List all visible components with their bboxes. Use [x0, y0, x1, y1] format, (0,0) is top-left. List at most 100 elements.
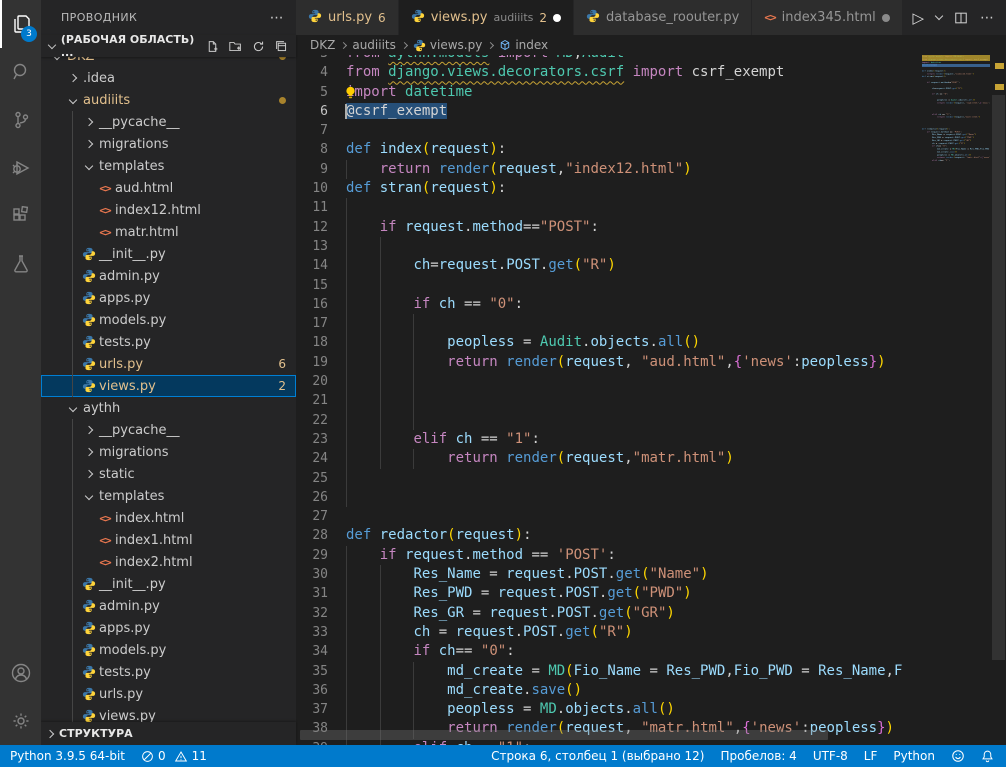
code-line[interactable]: 30 Res_Name = request.POST.get("Name") — [296, 565, 922, 584]
code-line[interactable]: 28def redactor(request): — [296, 526, 922, 545]
source-control-icon[interactable] — [0, 96, 41, 144]
accounts-icon[interactable] — [0, 649, 41, 697]
code-line[interactable]: 17 — [296, 314, 922, 333]
run-debug-icon[interactable] — [0, 144, 41, 192]
tree-item-admin-py[interactable]: admin.py — [41, 595, 296, 617]
code-line[interactable]: 34 if ch== "0": — [296, 642, 922, 661]
code-line[interactable]: 36 md_create.save() — [296, 681, 922, 700]
dirty-dot-icon[interactable] — [882, 14, 890, 22]
workspace-section-header[interactable]: (РАБОЧАЯ ОБЛАСТЬ) ... — [41, 35, 296, 57]
feedback-icon[interactable] — [943, 745, 973, 767]
code-line[interactable]: 25 — [296, 469, 922, 488]
tab-database-roouter-py[interactable]: database_roouter.py — [574, 0, 752, 35]
code-line[interactable]: 16 if ch == "0": — [296, 295, 922, 314]
tree-item-index1-html[interactable]: <>index1.html — [41, 529, 296, 551]
tree-item-audiiits[interactable]: audiiits — [41, 89, 296, 111]
code-line[interactable]: 13 — [296, 237, 922, 256]
tree-item--init-py[interactable]: __init__.py — [41, 573, 296, 595]
tree-item-views-py[interactable]: views.py2 — [41, 375, 296, 397]
refresh-icon[interactable] — [252, 40, 265, 53]
code-line[interactable]: 6@csrf_exempt — [296, 102, 922, 121]
indentation-status[interactable]: Пробелов: 4 — [712, 745, 804, 767]
tree-item-views-py[interactable]: views.py — [41, 705, 296, 722]
eol-status[interactable]: LF — [856, 745, 886, 767]
tree-item--idea[interactable]: .idea — [41, 67, 296, 89]
lightbulb-icon[interactable] — [344, 86, 357, 99]
tree-item-templates[interactable]: templates — [41, 155, 296, 177]
code-line[interactable]: 20 — [296, 372, 922, 391]
cursor-position-status[interactable]: Строка 6, столбец 1 (выбрано 12) — [483, 745, 712, 767]
tree-item-tests-py[interactable]: tests.py — [41, 661, 296, 683]
code-line[interactable]: 35 md_create = MD(Fio_Name = Res_PWD,Fio… — [296, 662, 922, 681]
code-line[interactable]: 5import datetime — [296, 83, 922, 102]
code-line[interactable]: 11 — [296, 198, 922, 217]
tree-item-index-html[interactable]: <>index.html — [41, 507, 296, 529]
breadcrumb-item[interactable]: DKZ — [310, 38, 335, 52]
tree-item-migrations[interactable]: migrations — [41, 441, 296, 463]
tree-item-apps-py[interactable]: apps.py — [41, 617, 296, 639]
code-line[interactable]: 31 Res_PWD = request.POST.get("PWD") — [296, 584, 922, 603]
vertical-scrollbar[interactable] — [992, 95, 1005, 660]
horizontal-scrollbar[interactable] — [300, 730, 828, 740]
new-file-icon[interactable] — [206, 40, 219, 53]
code-line[interactable]: 23 elif ch == "1": — [296, 430, 922, 449]
code-line[interactable]: 9 return render(request,"index12.html") — [296, 160, 922, 179]
settings-gear-icon[interactable] — [0, 697, 41, 745]
tab-urls-py[interactable]: urls.py 6 — [296, 0, 399, 35]
tree-item-urls-py[interactable]: urls.py — [41, 683, 296, 705]
code-line[interactable]: 10def stran(request): — [296, 179, 922, 198]
code-line[interactable]: 12 if request.method=="POST": — [296, 218, 922, 237]
tree-item-migrations[interactable]: migrations — [41, 133, 296, 155]
code-line[interactable]: 8def index(request): — [296, 140, 922, 159]
code-line[interactable]: 14 ch=request.POST.get("R") — [296, 256, 922, 275]
problems-status[interactable]: 0 11 — [133, 745, 215, 767]
tree-item-models-py[interactable]: models.py — [41, 309, 296, 331]
breadcrumb-item[interactable]: audiiits — [352, 38, 396, 52]
notifications-bell-icon[interactable] — [973, 745, 1006, 767]
explorer-more-actions-icon[interactable]: ⋯ — [270, 10, 284, 26]
language-mode-status[interactable]: Python — [885, 745, 943, 767]
code-line[interactable]: 27 — [296, 507, 922, 526]
tree-item-tests-py[interactable]: tests.py — [41, 331, 296, 353]
code-line[interactable]: 19 return render(request, "aud.html",{'n… — [296, 353, 922, 372]
new-folder-icon[interactable] — [229, 40, 242, 53]
extensions-icon[interactable] — [0, 192, 41, 240]
code-editor[interactable]: 3from aythh.models import MD,Audit4from … — [296, 55, 1006, 745]
tree-item-static[interactable]: static — [41, 463, 296, 485]
tree-item-urls-py[interactable]: urls.py6 — [41, 353, 296, 375]
minimap[interactable]: from aythh.models import MD,Auditfrom dj… — [922, 55, 990, 745]
tree-item--pycache-[interactable]: __pycache__ — [41, 111, 296, 133]
code-line[interactable]: 29 if request.method == 'POST': — [296, 546, 922, 565]
tree-item--init-py[interactable]: __init__.py — [41, 243, 296, 265]
code-line[interactable]: 18 peopless = Audit.objects.all() — [296, 333, 922, 352]
tree-item-aythh[interactable]: aythh — [41, 397, 296, 419]
tree-item-apps-py[interactable]: apps.py — [41, 287, 296, 309]
run-python-file-icon[interactable]: ▷ — [912, 9, 924, 27]
code-line[interactable]: 22 — [296, 411, 922, 430]
code-line[interactable]: 26 — [296, 488, 922, 507]
editor-more-actions-icon[interactable]: ⋯ — [980, 10, 994, 26]
code-line[interactable]: 32 Res_GR = request.POST.get("GR") — [296, 604, 922, 623]
code-line[interactable]: 7 — [296, 121, 922, 140]
run-dropdown-chevron-icon[interactable] — [935, 12, 943, 20]
breadcrumb-item-file[interactable]: views.py — [413, 38, 482, 52]
split-editor-icon[interactable] — [954, 11, 968, 25]
code-line[interactable]: 24 return render(request,"matr.html") — [296, 449, 922, 468]
outline-section-header[interactable]: СТРУКТУРА — [41, 722, 296, 745]
tree-item--pycache-[interactable]: __pycache__ — [41, 419, 296, 441]
breadcrumb-item-symbol[interactable]: index — [499, 38, 548, 52]
tab-views-py[interactable]: views.py audiiits 2 — [399, 0, 574, 35]
testing-icon[interactable] — [0, 240, 41, 288]
tree-item-admin-py[interactable]: admin.py — [41, 265, 296, 287]
tree-item-matr-html[interactable]: <>matr.html — [41, 221, 296, 243]
code-line[interactable]: 3from aythh.models import MD,Audit — [296, 55, 922, 63]
tree-item-index2-html[interactable]: <>index2.html — [41, 551, 296, 573]
code-line[interactable]: 37 peopless = MD.objects.all() — [296, 700, 922, 719]
code-line[interactable]: 21 — [296, 391, 922, 410]
tree-item-models-py[interactable]: models.py — [41, 639, 296, 661]
search-icon[interactable] — [0, 48, 41, 96]
tree-item-templates[interactable]: templates — [41, 485, 296, 507]
python-interpreter-status[interactable]: Python 3.9.5 64-bit — [0, 745, 133, 767]
code-line[interactable]: 4from django.views.decorators.csrf impor… — [296, 63, 922, 82]
tree-item-aud-html[interactable]: <>aud.html — [41, 177, 296, 199]
